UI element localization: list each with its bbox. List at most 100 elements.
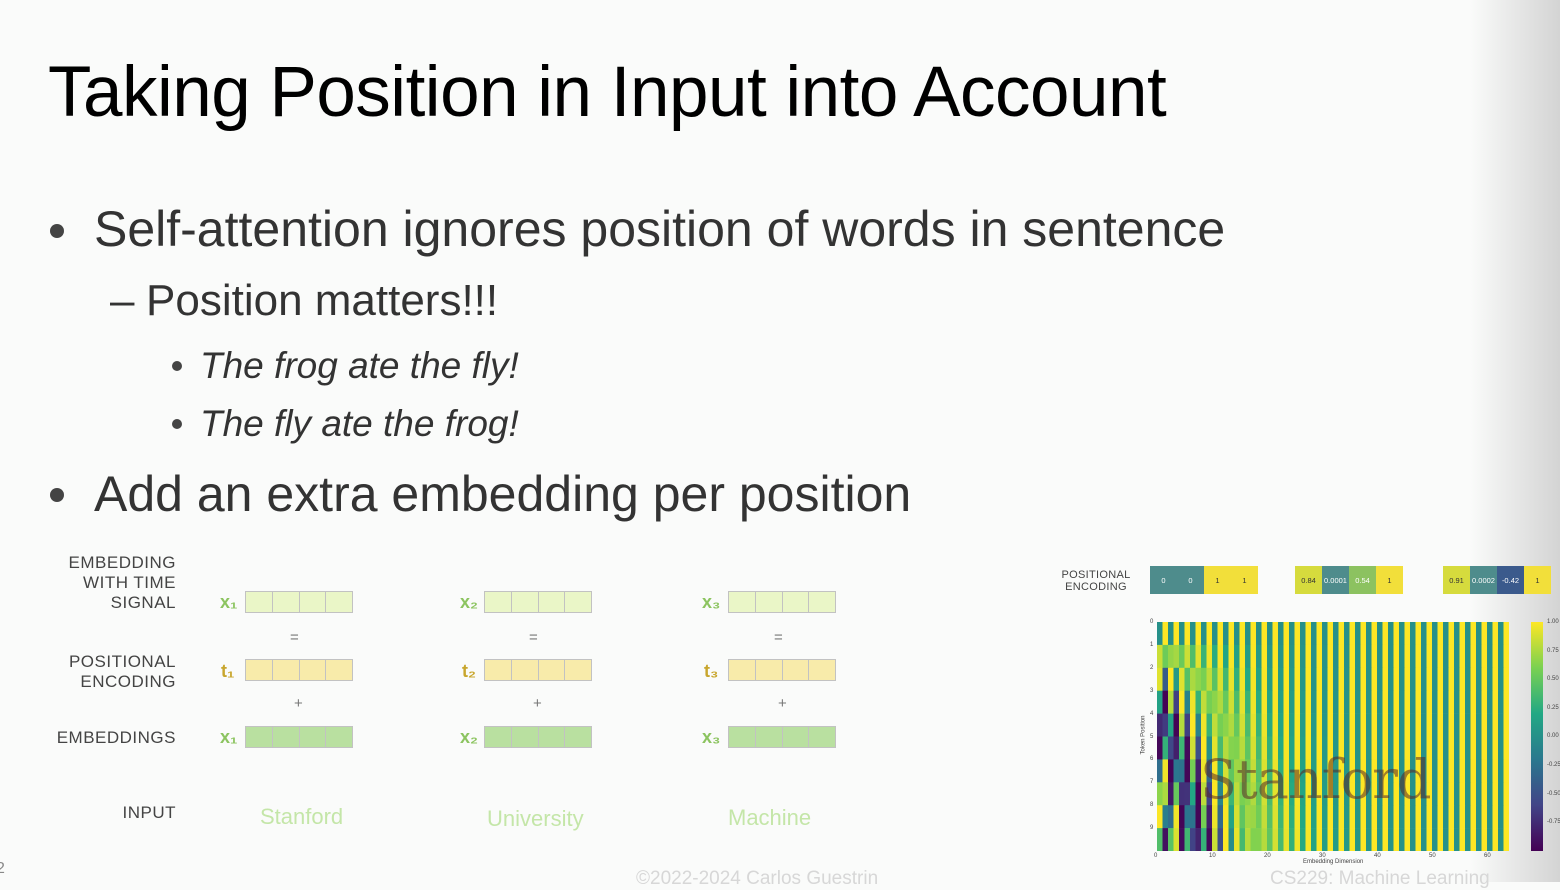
var-x2-embedding: x₂ xyxy=(460,727,479,747)
heatmap-cell xyxy=(1294,622,1301,646)
heatmap-cell xyxy=(1234,713,1240,737)
heatmap-cell xyxy=(1443,644,1449,669)
heatmap-cell xyxy=(1261,644,1268,669)
heatmap-cell xyxy=(1382,828,1389,851)
heatmap-cell xyxy=(1421,828,1427,851)
heatmap-cell xyxy=(1355,828,1361,851)
heatmap-cell xyxy=(1344,667,1350,691)
heatmap-cell xyxy=(1503,759,1509,783)
heatmap-cell xyxy=(1404,713,1411,737)
heatmap-cell xyxy=(1272,644,1279,669)
heatmap-cell xyxy=(1272,713,1279,737)
plus-sign: + xyxy=(294,695,303,712)
heatmap-cell xyxy=(1459,759,1466,783)
heatmap-cell xyxy=(1184,782,1191,806)
heatmap-cell xyxy=(1190,759,1196,783)
heatmap-cell xyxy=(1459,782,1466,806)
heatmap-cell xyxy=(1179,759,1185,783)
heatmap-cell xyxy=(1355,690,1361,714)
heatmap-cell xyxy=(1223,713,1229,737)
heatmap-cell xyxy=(1333,690,1339,714)
heatmap-cell xyxy=(1239,828,1246,851)
heatmap-cell xyxy=(1162,667,1169,691)
heatmap-cell xyxy=(1459,644,1466,669)
heatmap-cell xyxy=(1470,805,1477,829)
heatmap-cell xyxy=(1481,759,1488,783)
vector-signal-3 xyxy=(728,591,836,613)
heatmap-cell xyxy=(1162,713,1169,737)
heatmap-cell xyxy=(1426,713,1433,737)
heatmap-cell xyxy=(1190,713,1196,737)
heatmap-cell xyxy=(1366,828,1372,851)
colorbar xyxy=(1531,622,1543,851)
heatmap-cell xyxy=(1289,667,1295,691)
heatmap-cell xyxy=(1492,828,1499,851)
footer-course: CS229: Machine Learning xyxy=(1270,868,1490,889)
heatmap-cell xyxy=(1388,644,1394,669)
heatmap-y-tick: 9 xyxy=(1150,825,1154,832)
heatmap-cell xyxy=(1179,713,1185,737)
heatmap-cell xyxy=(1443,828,1449,851)
var-x2-signal: x₂ xyxy=(460,592,479,612)
footer-copyright: ©2022-2024 Carlos Guestrin xyxy=(636,868,879,889)
heatmap-cell xyxy=(1256,644,1262,669)
heatmap-cell xyxy=(1245,713,1251,737)
heatmap-cell xyxy=(1476,782,1482,806)
heatmap-y-tick: 4 xyxy=(1150,710,1154,717)
heatmap-cell xyxy=(1377,828,1383,851)
heatmap-cell xyxy=(1443,622,1449,646)
heatmap-cell xyxy=(1206,828,1213,851)
heatmap-cell xyxy=(1250,644,1257,669)
heatmap-cell xyxy=(1399,667,1405,691)
heatmap-cell xyxy=(1448,828,1455,851)
heatmap-cell xyxy=(1393,644,1400,669)
colorbar-tick: -0.75 xyxy=(1547,819,1560,826)
heatmap-cell xyxy=(1448,644,1455,669)
vector-embedding-1 xyxy=(245,726,353,748)
heatmap-cell xyxy=(1333,667,1339,691)
heatmap-cell xyxy=(1157,713,1163,737)
heatmap-cell xyxy=(1448,759,1455,783)
heatmap-cell xyxy=(1228,690,1235,714)
heatmap-cell xyxy=(1481,805,1488,829)
heatmap-cell xyxy=(1195,644,1202,669)
heatmap-cell xyxy=(1168,805,1174,829)
heatmap-cell xyxy=(1168,736,1174,760)
heatmap-cell xyxy=(1234,828,1240,851)
heatmap-cell xyxy=(1487,828,1493,851)
heatmap-cell xyxy=(1503,782,1509,806)
heatmap-cell xyxy=(1311,828,1317,851)
heatmap-cell xyxy=(1443,782,1449,806)
heatmap-cell xyxy=(1305,644,1312,669)
heatmap-cell xyxy=(1223,828,1229,851)
heatmap-cell xyxy=(1267,644,1273,669)
heatmap-cell xyxy=(1470,713,1477,737)
heatmap-cell xyxy=(1388,667,1394,691)
heatmap-cell xyxy=(1217,622,1224,646)
heatmap-cell xyxy=(1157,622,1163,646)
heatmap-cell xyxy=(1283,713,1290,737)
heatmap-cell xyxy=(1382,667,1389,691)
heatmap-cell xyxy=(1179,622,1185,646)
heatmap-cell xyxy=(1377,644,1383,669)
heatmap-cell xyxy=(1333,828,1339,851)
heatmap-cell xyxy=(1459,828,1466,851)
heatmap-cell xyxy=(1294,667,1301,691)
heatmap-cell xyxy=(1371,690,1378,714)
heatmap-cell xyxy=(1443,713,1449,737)
heatmap-cell xyxy=(1267,828,1273,851)
bullet-dot xyxy=(172,361,182,371)
row-label-positional: POSITIONAL ENCODING xyxy=(68,652,176,691)
heatmap-cell xyxy=(1316,713,1323,737)
heatmap-cell xyxy=(1448,736,1455,760)
pe-value-cell: 0.0002 xyxy=(1470,566,1497,594)
heatmap-cell xyxy=(1168,828,1174,851)
pe-value-cell: 0.54 xyxy=(1349,566,1376,594)
heatmap-cell xyxy=(1349,713,1356,737)
heatmap-cell xyxy=(1476,713,1482,737)
heatmap-cell xyxy=(1366,622,1372,646)
heatmap-cell xyxy=(1195,667,1202,691)
heatmap-cell xyxy=(1415,713,1422,737)
heatmap-cell xyxy=(1157,782,1163,806)
heatmap-cell xyxy=(1476,828,1482,851)
